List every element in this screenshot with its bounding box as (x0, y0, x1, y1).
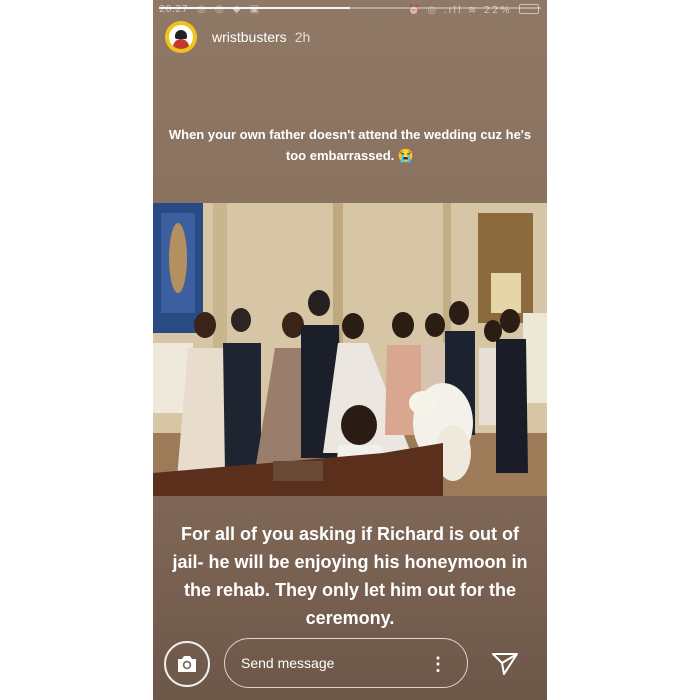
more-options-icon[interactable]: ⋮ (429, 652, 447, 676)
system-icons: ⏰ ◎ .ıll ≋ 22% (408, 4, 539, 16)
send-icon (492, 653, 518, 675)
share-button[interactable] (491, 652, 519, 676)
avatar[interactable] (165, 21, 197, 53)
post-time: 2h (294, 29, 311, 45)
camera-button[interactable] (164, 641, 210, 687)
caption-top: When your own father doesn't attend the … (168, 127, 532, 163)
story-progress-fill (159, 7, 350, 9)
reply-bar: Send message ⋮ (153, 638, 547, 688)
battery-icon (519, 4, 539, 14)
caption-bottom: For all of you asking if Richard is out … (172, 524, 528, 628)
story-header: wristbusters 2h (165, 20, 310, 54)
camera-icon (178, 656, 196, 672)
send-message-input[interactable]: Send message ⋮ (224, 638, 468, 688)
wedding-photo (153, 203, 547, 496)
story-progress-bar (159, 7, 541, 9)
notification-icons: ◎ ◎ ◆ ▣ (197, 4, 263, 15)
send-message-placeholder: Send message (241, 655, 335, 671)
avatar-image (169, 25, 193, 49)
status-bar: 20:27 ◎ ◎ ◆ ▣ ⏰ ◎ .ıll ≋ 22% (153, 0, 547, 22)
username[interactable]: wristbusters (212, 29, 287, 45)
status-time: 20:27 (159, 4, 188, 15)
instagram-story[interactable]: 20:27 ◎ ◎ ◆ ▣ ⏰ ◎ .ıll ≋ 22% wristbuster… (153, 0, 547, 700)
